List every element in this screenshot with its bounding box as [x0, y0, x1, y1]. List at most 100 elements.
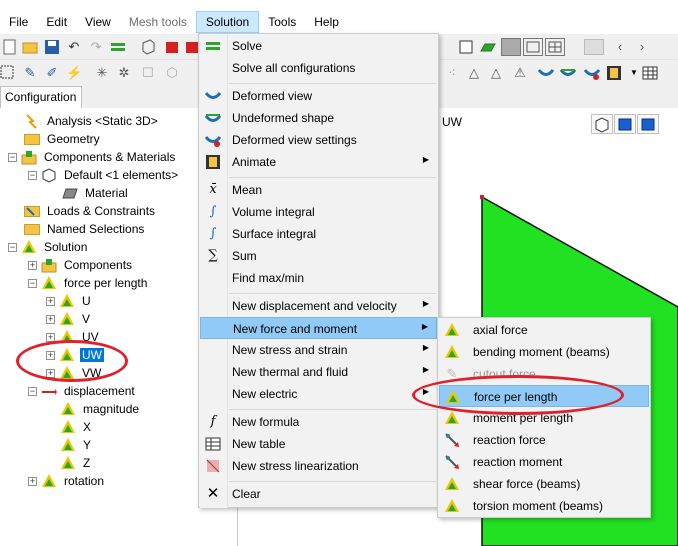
submenu-shear-force[interactable]: shear force (beams)	[439, 473, 649, 495]
deformed-settings-tb-icon[interactable]	[583, 65, 601, 81]
new-file-icon[interactable]	[2, 39, 18, 55]
collapse-icon[interactable]: −	[28, 386, 37, 396]
collapse-icon[interactable]: −	[8, 242, 17, 252]
menu-file[interactable]: File	[0, 11, 37, 33]
menu-volume-integral[interactable]: ∫ Volume integral	[200, 201, 437, 223]
save-icon[interactable]	[44, 39, 60, 55]
submenu-reaction-moment[interactable]: reaction moment	[439, 451, 649, 473]
tree-item-y[interactable]: Y	[60, 436, 93, 454]
menu-new-table[interactable]: New table	[200, 433, 437, 455]
triangle-c-icon[interactable]: ⚠	[512, 65, 528, 81]
expand-icon[interactable]: +	[28, 476, 37, 486]
tree-item-named-selections[interactable]: Named Selections	[24, 220, 146, 238]
expand-icon[interactable]: +	[46, 296, 55, 306]
submenu-bending-moment[interactable]: bending moment (beams)	[439, 341, 649, 363]
animate-tb-icon[interactable]	[606, 65, 622, 81]
view-tool-icon[interactable]	[458, 39, 474, 55]
menu-new-formula[interactable]: f New formula	[200, 411, 437, 433]
tree-item-force-per-length[interactable]: − force per length	[28, 274, 149, 292]
menu-solve[interactable]: Solve	[200, 35, 437, 57]
result-icon	[444, 344, 460, 360]
tree-item-solution[interactable]: − Solution	[8, 238, 89, 256]
menu-edit[interactable]: Edit	[37, 11, 76, 33]
table-tb-icon[interactable]	[642, 65, 658, 81]
expand-icon[interactable]: +	[46, 314, 55, 324]
triangle-a-icon[interactable]: △	[466, 65, 482, 81]
tree-item-components[interactable]: + Components	[28, 256, 134, 274]
menu-tools[interactable]: Tools	[259, 11, 305, 33]
vertex-icon[interactable]: ✳	[94, 65, 110, 81]
tree-item-magnitude[interactable]: magnitude	[60, 400, 141, 418]
tree-item-analysis[interactable]: Analysis <Static 3D>	[24, 112, 160, 130]
mesh-view-icon[interactable]	[545, 38, 565, 56]
transparent-view-icon[interactable]	[523, 38, 543, 56]
tree-item-default[interactable]: − Default <1 elements>	[28, 166, 180, 184]
red-cube-icon[interactable]	[164, 39, 180, 55]
menu-solve-all[interactable]: Solve all configurations	[200, 57, 437, 79]
menu-new-electric[interactable]: New electric ▶	[200, 383, 437, 405]
submenu-arrow-icon: ▶	[422, 343, 429, 352]
pick-icon[interactable]: ✎	[22, 65, 38, 81]
select-icon[interactable]	[0, 65, 16, 81]
wireframe-cube-icon[interactable]	[140, 39, 156, 55]
submenu-reaction-force[interactable]: reaction force	[439, 429, 649, 451]
scroll-left-icon[interactable]: ‹	[612, 39, 628, 55]
scroll-track[interactable]	[584, 39, 604, 55]
cube-outline-icon[interactable]: ⬡	[164, 65, 180, 81]
box-icon[interactable]: ☐	[140, 65, 156, 81]
tree-item-x[interactable]: X	[60, 418, 93, 436]
submenu-torsion-moment[interactable]: torsion moment (beams)	[439, 495, 649, 517]
menu-surface-integral[interactable]: ∫ Surface integral	[200, 223, 437, 245]
tree-item-components-materials[interactable]: − Components & Materials	[8, 148, 177, 166]
expand-icon[interactable]: +	[28, 260, 37, 270]
undo-icon[interactable]: ↶	[66, 39, 82, 55]
menu-deformed-view[interactable]: Deformed view	[200, 85, 437, 107]
submenu-axial-force[interactable]: axial force	[439, 319, 649, 341]
deformed-view-tb-icon[interactable]	[537, 65, 555, 81]
menu-new-force-moment[interactable]: New force and moment ▶	[200, 317, 437, 339]
mesh-icon[interactable]	[110, 39, 126, 55]
menu-find-max-min[interactable]: Find max/min	[200, 267, 437, 289]
menu-mean[interactable]: x̄ Mean	[200, 179, 437, 201]
menu-new-stress-strain[interactable]: New stress and strain ▶	[200, 339, 437, 361]
tree-item-u[interactable]: + U	[46, 292, 93, 310]
undeformed-tb-icon[interactable]	[559, 65, 577, 81]
view-iso-icon[interactable]	[591, 114, 613, 134]
tab-configuration[interactable]: Configuration	[0, 86, 82, 108]
redo-icon[interactable]: ↷	[88, 39, 104, 55]
solid-view-icon[interactable]	[501, 38, 521, 56]
pick-face-icon[interactable]: ⚡	[66, 65, 82, 81]
menu-sum[interactable]: ∑ Sum	[200, 245, 437, 267]
tree-item-loads-constraints[interactable]: Loads & Constraints	[24, 202, 157, 220]
tree-item-v[interactable]: + V	[46, 310, 92, 328]
view-side-icon[interactable]	[637, 114, 659, 134]
menu-view[interactable]: View	[76, 11, 120, 33]
menu-new-thermal-fluid[interactable]: New thermal and fluid ▶	[200, 361, 437, 383]
tree-item-material[interactable]: Material	[62, 184, 130, 202]
menu-new-stress-linearization[interactable]: New stress linearization	[200, 455, 437, 477]
collapse-icon[interactable]: −	[28, 278, 37, 288]
tree-item-displacement[interactable]: − displacement	[28, 382, 137, 400]
menu-mesh-tools[interactable]: Mesh tools	[120, 11, 196, 33]
open-folder-icon[interactable]	[22, 39, 38, 55]
collapse-icon[interactable]: −	[8, 152, 17, 162]
menu-solution[interactable]: Solution	[195, 11, 260, 33]
view-front-icon[interactable]	[614, 114, 636, 134]
menu-new-displacement-velocity[interactable]: New displacement and velocity ▶	[200, 295, 437, 317]
green-plane-icon[interactable]	[480, 39, 496, 55]
menu-clear[interactable]: ✕ Clear	[200, 483, 437, 505]
collapse-icon[interactable]: −	[28, 170, 37, 180]
node-icon[interactable]: ✲	[116, 65, 132, 81]
dropdown-arrow-icon[interactable]: ▼	[626, 65, 642, 81]
menu-help[interactable]: Help	[305, 11, 348, 33]
menu-deformed-view-settings[interactable]: Deformed view settings	[200, 129, 437, 151]
tree-item-z[interactable]: Z	[60, 454, 92, 472]
tree-item-geometry[interactable]: Geometry	[24, 130, 102, 148]
dots-icon[interactable]: ⁖	[444, 65, 460, 81]
menu-undeformed-shape[interactable]: Undeformed shape	[200, 107, 437, 129]
menu-animate[interactable]: Animate ▶	[200, 151, 437, 173]
tree-item-rotation[interactable]: + rotation	[28, 472, 106, 490]
triangle-b-icon[interactable]: △	[488, 65, 504, 81]
pick-edge-icon[interactable]: ✐	[44, 65, 60, 81]
scroll-right-icon[interactable]: ›	[634, 39, 650, 55]
